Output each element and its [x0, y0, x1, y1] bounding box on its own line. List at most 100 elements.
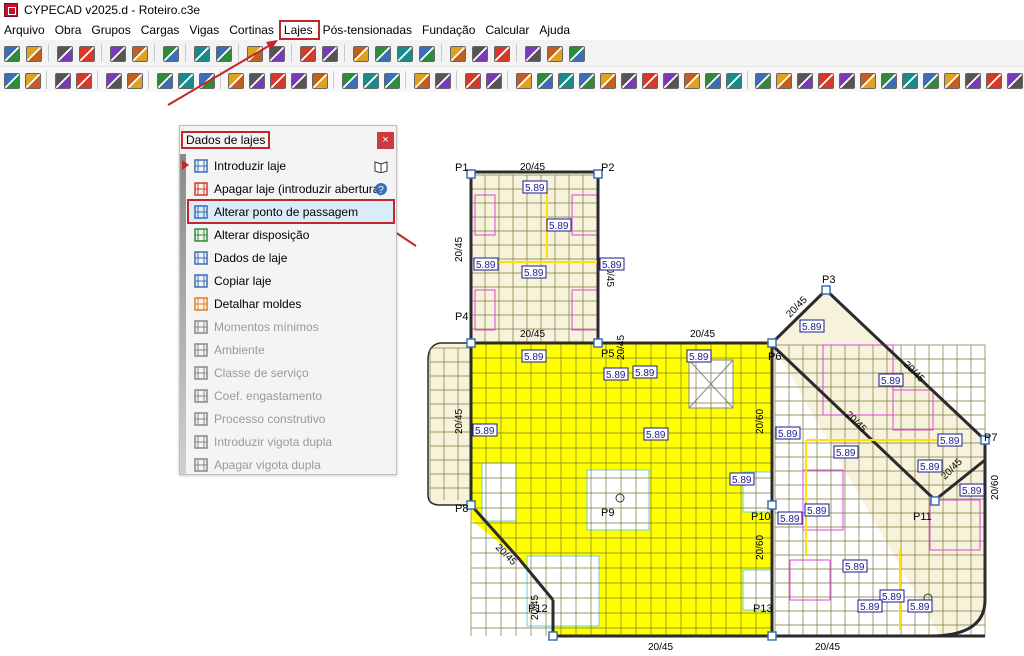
toolbar-button-icon[interactable]: [545, 44, 563, 62]
panel-item-apagar-laje-introduzir-abertura[interactable]: Apagar laje (introduzir abertura)?: [188, 177, 394, 200]
toolbar-button-icon[interactable]: [395, 44, 413, 62]
toolbar-button-icon[interactable]: [310, 71, 329, 89]
panel-item-detalhar-moldes[interactable]: Detalhar moldes: [188, 292, 394, 315]
toolbar-button-icon[interactable]: [577, 71, 595, 89]
toolbar-button-icon[interactable]: [619, 71, 637, 89]
slab-value-label: 5.89: [689, 352, 709, 363]
toolbar-button-icon[interactable]: [2, 44, 20, 62]
toolbar-button-icon[interactable]: [567, 44, 585, 62]
toolbar-button-icon[interactable]: [247, 71, 266, 89]
toolbar-button-icon[interactable]: [514, 71, 532, 89]
toolbar-button-icon[interactable]: [795, 71, 814, 89]
panel-item-copiar-laje[interactable]: Copiar laje: [188, 269, 394, 292]
panel-item-introduzir-laje[interactable]: Introduzir laje: [182, 154, 394, 177]
toolbar-button-icon[interactable]: [724, 71, 742, 89]
toolbar-button-icon[interactable]: [53, 71, 71, 89]
toolbar-button-icon[interactable]: [161, 44, 179, 62]
toolbar-button-icon[interactable]: [1005, 71, 1024, 89]
menu-item-obra[interactable]: Obra: [51, 21, 88, 39]
toolbar-button-icon[interactable]: [448, 44, 466, 62]
toolbar-button-icon[interactable]: [492, 44, 510, 62]
menu-item-ajuda[interactable]: Ajuda: [535, 21, 576, 39]
floor-plan[interactable]: P1 P2P3P4P5 P6P7P8 P9 P10 P11P12 P1320/4520/45…: [0, 92, 1024, 653]
toolbar-button-icon[interactable]: [77, 44, 95, 62]
panel-item-alterar-disposicao[interactable]: Alterar disposição: [188, 223, 394, 246]
toolbar-button-icon[interactable]: [523, 44, 541, 62]
panel-item-alterar-ponto-de-passagem[interactable]: Alterar ponto de passagem: [187, 199, 395, 224]
toolbar-button-icon[interactable]: [816, 71, 835, 89]
toolbar-button-icon[interactable]: [176, 71, 194, 89]
toolbar-button-icon[interactable]: [484, 71, 502, 89]
toolbar-button-icon[interactable]: [267, 44, 285, 62]
toolbar-button-icon[interactable]: [373, 44, 391, 62]
toolbar-button-icon[interactable]: [245, 44, 263, 62]
toolbar-separator: [506, 71, 508, 89]
toolbar-button-icon[interactable]: [2, 71, 20, 89]
toolbar-button-icon[interactable]: [921, 71, 940, 89]
toolbar-button-icon[interactable]: [598, 71, 616, 89]
menu-item-pos-tensionadas[interactable]: Pós-tensionadas: [319, 21, 418, 39]
toolbar-button-icon[interactable]: [837, 71, 856, 89]
panel-item-label: Coef. engastamento: [214, 388, 323, 403]
book-icon[interactable]: [374, 159, 388, 174]
toolbar-button-icon[interactable]: [155, 71, 173, 89]
toolbar-button-icon[interactable]: [23, 71, 41, 89]
toolbar-button-icon[interactable]: [361, 71, 380, 89]
current-tool-marker-icon: [182, 160, 189, 170]
menu-item-cortinas[interactable]: Cortinas: [225, 21, 280, 39]
toolbar-button-icon[interactable]: [197, 71, 215, 89]
toolbar-button-icon[interactable]: [417, 44, 435, 62]
toolbar-button-icon[interactable]: [963, 71, 982, 89]
toolbar-button-icon[interactable]: [289, 71, 308, 89]
toolbar-button-icon[interactable]: [125, 71, 143, 89]
menu-item-lajes[interactable]: Lajes: [278, 20, 320, 40]
toolbar-button-icon[interactable]: [682, 71, 700, 89]
beam-label: 20/60: [990, 475, 1001, 500]
beam-label: 20/45: [454, 237, 465, 262]
toolbar-button-icon[interactable]: [130, 44, 148, 62]
menu-item-grupos[interactable]: Grupos: [87, 21, 136, 39]
toolbar-button-icon[interactable]: [470, 44, 488, 62]
toolbar-button-icon[interactable]: [661, 71, 679, 89]
toolbar-button-icon[interactable]: [382, 71, 401, 89]
menu-item-fundacao[interactable]: Fundação: [418, 21, 481, 39]
help-icon[interactable]: ?: [374, 182, 388, 196]
toolbar-button-icon[interactable]: [535, 71, 553, 89]
toolbar-button-icon[interactable]: [24, 44, 42, 62]
toolbar-button-icon[interactable]: [298, 44, 316, 62]
toolbar-button-icon[interactable]: [942, 71, 961, 89]
toolbar-button-icon[interactable]: [351, 44, 369, 62]
toolbar-button-icon[interactable]: [340, 71, 359, 89]
toolbar-button-icon[interactable]: [74, 71, 92, 89]
toolbar-button-icon[interactable]: [214, 44, 232, 62]
toolbar-button-icon[interactable]: [463, 71, 481, 89]
apagar-laje-icon: [194, 181, 208, 196]
menu-item-cargas[interactable]: Cargas: [137, 21, 186, 39]
toolbar-button-icon[interactable]: [192, 44, 210, 62]
drawing-canvas[interactable]: P1 P2 P3 P4 P5 P6 P7 P8 P9 P10 P11 P12 P13 20/45 20/45…: [0, 92, 1024, 653]
menu-item-calcular[interactable]: Calcular: [481, 21, 535, 39]
toolbar-button-icon[interactable]: [320, 44, 338, 62]
toolbar-button-icon[interactable]: [556, 71, 574, 89]
toolbar-button-icon[interactable]: [858, 71, 877, 89]
toolbar-button-icon[interactable]: [900, 71, 919, 89]
menu-item-arquivo[interactable]: Arquivo: [0, 21, 51, 39]
toolbar-button-icon[interactable]: [879, 71, 898, 89]
menu-item-vigas[interactable]: Vigas: [185, 21, 225, 39]
toolbar-button-icon[interactable]: [433, 71, 452, 89]
slab-value-label: 5.89: [732, 475, 752, 486]
toolbar-button-icon[interactable]: [703, 71, 721, 89]
panel-item-dados-de-laje[interactable]: Dados de laje: [188, 246, 394, 269]
toolbar-button-icon[interactable]: [640, 71, 658, 89]
slab-value-label: 5.89: [778, 429, 798, 440]
toolbar-button-icon[interactable]: [774, 71, 793, 89]
toolbar-button-icon[interactable]: [753, 71, 772, 89]
toolbar-button-icon[interactable]: [226, 71, 245, 89]
close-icon[interactable]: ×: [377, 131, 394, 149]
toolbar-button-icon[interactable]: [104, 71, 122, 89]
toolbar-button-icon[interactable]: [55, 44, 73, 62]
toolbar-button-icon[interactable]: [412, 71, 431, 89]
toolbar-button-icon[interactable]: [984, 71, 1003, 89]
toolbar-button-icon[interactable]: [108, 44, 126, 62]
toolbar-button-icon[interactable]: [268, 71, 287, 89]
